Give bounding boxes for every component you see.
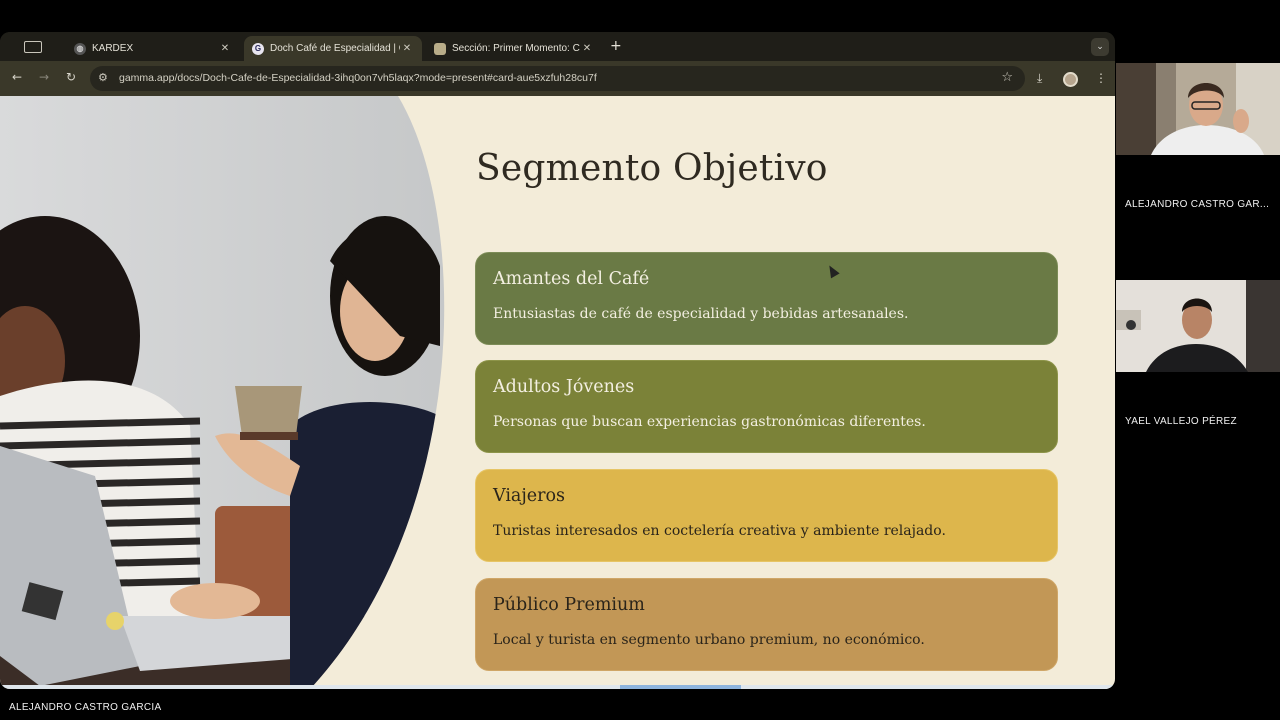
address-bar[interactable]: ⚙ gamma.app/docs/Doch-Cafe-de-Especialid…: [90, 66, 1025, 91]
download-icon[interactable]: ⤓: [1037, 71, 1042, 86]
segment-card-viajeros: Viajeros Turistas interesados en coctele…: [475, 469, 1058, 562]
tab-kardex[interactable]: ◍ KARDEX ✕: [66, 36, 240, 61]
browser-toolbar: ← → ↻ ⚙ gamma.app/docs/Doch-Cafe-de-Espe…: [0, 61, 1115, 96]
presentation-slide: Segmento Objetivo Amantes del Café Entus…: [0, 96, 1115, 689]
reload-icon[interactable]: ↻: [63, 70, 79, 84]
globe-icon: ◍: [74, 42, 86, 55]
participant-name-2: YAEL VALLEJO PÉREZ: [1125, 416, 1237, 427]
new-tab-button[interactable]: +: [610, 38, 622, 54]
tab-title: Sección: Primer Momento: Co: [452, 43, 580, 54]
more-menu-icon[interactable]: ⋮: [1095, 71, 1107, 85]
tab-seccion[interactable]: Sección: Primer Momento: Co ✕: [426, 36, 602, 61]
close-icon[interactable]: ✕: [218, 43, 232, 54]
card-title: Amantes del Café: [493, 269, 650, 289]
tab-strip: ◍ KARDEX ✕ G Doch Café de Especialidad |…: [0, 32, 1115, 61]
card-title: Público Premium: [493, 595, 645, 615]
progress-fill: [620, 685, 741, 689]
gamma-icon: G: [252, 42, 264, 55]
close-icon[interactable]: ✕: [580, 43, 594, 54]
participant-name-1: ALEJANDRO CASTRO GAR...: [1125, 199, 1270, 210]
tab-doch-cafe[interactable]: G Doch Café de Especialidad | G ✕: [244, 36, 422, 61]
webcam-feed-image: [1116, 280, 1280, 372]
card-description: Local y turista en segmento urbano premi…: [493, 632, 925, 648]
bookmark-star-icon[interactable]: ☆: [1001, 70, 1013, 85]
webcam-feed-image: [1116, 63, 1280, 155]
back-arrow-icon[interactable]: ←: [9, 70, 25, 84]
card-description: Personas que buscan experiencias gastron…: [493, 414, 926, 430]
browser-window: ◍ KARDEX ✕ G Doch Café de Especialidad |…: [0, 32, 1115, 689]
participant-video-2[interactable]: [1116, 280, 1280, 372]
tab-search-chevron-icon[interactable]: ⌄: [1091, 38, 1109, 56]
segment-card-premium: Público Premium Local y turista en segme…: [475, 578, 1058, 671]
segment-card-adultos: Adultos Jóvenes Personas que buscan expe…: [475, 360, 1058, 453]
url-text: gamma.app/docs/Doch-Cafe-de-Especialidad…: [119, 72, 597, 84]
presentation-progress-bar[interactable]: [0, 685, 1115, 689]
shield-icon: [434, 42, 446, 55]
participant-video-1[interactable]: [1116, 63, 1280, 155]
site-settings-icon[interactable]: ⚙: [98, 71, 108, 84]
card-description: Entusiastas de café de especialidad y be…: [493, 306, 909, 322]
tab-title: Doch Café de Especialidad | G: [270, 43, 400, 54]
segment-card-amantes: Amantes del Café Entusiastas de café de …: [475, 252, 1058, 345]
card-title: Adultos Jóvenes: [493, 377, 635, 397]
card-description: Turistas interesados en coctelería creat…: [493, 523, 946, 539]
profile-avatar[interactable]: [1063, 72, 1078, 87]
tab-title: KARDEX: [92, 43, 134, 54]
card-title: Viajeros: [493, 486, 566, 506]
close-icon[interactable]: ✕: [400, 43, 414, 54]
presenter-name: ALEJANDRO CASTRO GARCIA: [9, 702, 162, 713]
slide-title: Segmento Objetivo: [476, 148, 828, 189]
tab-groups-icon[interactable]: [24, 41, 42, 53]
forward-arrow-icon[interactable]: →: [36, 70, 52, 84]
